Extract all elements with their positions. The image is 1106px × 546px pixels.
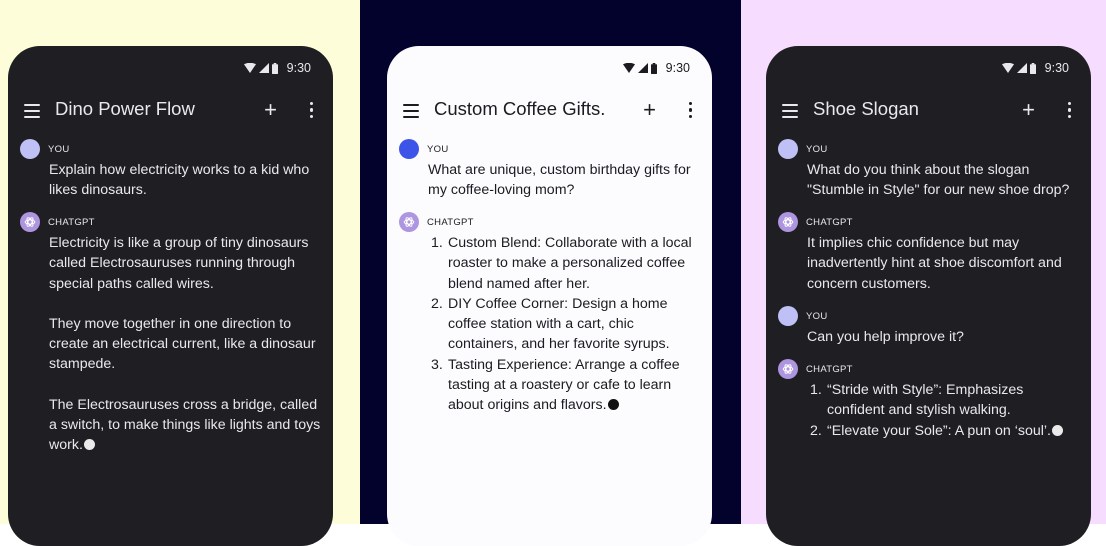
- list-item: 1. Custom Blend: Collaborate with a local…: [431, 235, 692, 292]
- typing-cursor-icon: [1051, 424, 1063, 436]
- wifi-icon: [244, 63, 256, 73]
- sender-label: YOU: [427, 143, 449, 155]
- battery-icon: [651, 63, 657, 74]
- menu-icon[interactable]: [24, 104, 40, 118]
- new-chat-plus-icon[interactable]: +: [643, 99, 656, 121]
- battery-icon: [272, 63, 278, 74]
- list-item: 2. “Elevate your Sole”: A pun on ‘soul’.: [807, 421, 1081, 441]
- openai-logo-icon: [780, 214, 796, 230]
- sender-label: CHATGPT: [48, 216, 95, 228]
- status-bar: 9:30: [1002, 61, 1069, 75]
- app-bar: Dino Power Flow +: [8, 92, 333, 132]
- signal-icon: [1017, 63, 1027, 73]
- user-message: YOU What are unique, custom birthday gif…: [399, 139, 702, 201]
- suggestion-list: 1. “Stride with Style”: Emphasizes confid…: [807, 380, 1081, 441]
- sender-label: CHATGPT: [806, 216, 853, 228]
- status-bar: 9:30: [623, 61, 690, 75]
- chat-title: Custom Coffee Gifts.: [434, 98, 606, 119]
- assistant-message: CHATGPT It implies chic confidence but m…: [778, 212, 1081, 294]
- sender-label: CHATGPT: [427, 216, 474, 228]
- sender-label: YOU: [806, 143, 828, 155]
- phone-coffee-chat: 9:30 Custom Coffee Gifts. + YOU What are…: [387, 46, 712, 546]
- status-time: 9:30: [286, 61, 311, 75]
- wifi-icon: [623, 63, 635, 73]
- chat-title: Shoe Slogan: [813, 98, 919, 119]
- user-avatar: [778, 139, 798, 159]
- more-options-icon[interactable]: [688, 102, 692, 119]
- message-text: What do you think about the slogan "Stum…: [807, 162, 1070, 199]
- message-paragraph: Electricity is like a group of tiny dino…: [49, 235, 309, 292]
- sender-label: YOU: [806, 310, 828, 322]
- message-paragraph: They move together in one direction to c…: [49, 315, 316, 373]
- phone-shoe-chat: 9:30 Shoe Slogan + YOU What do you think…: [766, 46, 1091, 546]
- more-options-icon[interactable]: [309, 102, 313, 119]
- chatgpt-avatar: [778, 359, 798, 379]
- list-item: 3. Tasting Experience: Arrange a coffee t…: [431, 356, 680, 414]
- sender-label: YOU: [48, 143, 70, 155]
- user-message: YOU Can you help improve it?: [778, 306, 1081, 347]
- message-text: Can you help improve it?: [807, 329, 964, 345]
- chatgpt-avatar: [778, 212, 798, 232]
- app-bar: Custom Coffee Gifts. +: [387, 92, 712, 132]
- message-text: Explain how electricity works to a kid w…: [49, 162, 310, 199]
- more-options-icon[interactable]: [1067, 102, 1071, 119]
- user-avatar: [778, 306, 798, 326]
- message-text: It implies chic confidence but may inadv…: [807, 235, 1062, 292]
- new-chat-plus-icon[interactable]: +: [264, 99, 277, 121]
- typing-cursor-icon: [83, 439, 95, 451]
- typing-cursor-icon: [607, 399, 619, 411]
- signal-icon: [259, 63, 269, 73]
- list-item: 1. “Stride with Style”: Emphasizes confid…: [810, 382, 1024, 419]
- suggestion-list: 1. Custom Blend: Collaborate with a local…: [428, 233, 702, 416]
- chat-title: Dino Power Flow: [55, 98, 195, 119]
- openai-logo-icon: [780, 361, 796, 377]
- signal-icon: [638, 63, 648, 73]
- menu-icon[interactable]: [403, 104, 419, 118]
- new-chat-plus-icon[interactable]: +: [1022, 99, 1035, 121]
- battery-icon: [1030, 63, 1036, 74]
- list-item: 2. DIY Coffee Corner: Design a home coffe…: [431, 295, 670, 353]
- status-bar: 9:30: [244, 61, 311, 75]
- chatgpt-avatar: [20, 212, 40, 232]
- assistant-message: CHATGPT 1. Custom Blend: Collaborate with…: [399, 212, 702, 416]
- assistant-message: CHATGPT 1. “Stride with Style”: Emphasize…: [778, 359, 1081, 441]
- user-message: YOU Explain how electricity works to a k…: [20, 139, 323, 201]
- chatgpt-avatar: [399, 212, 419, 232]
- user-message: YOU What do you think about the slogan "…: [778, 139, 1081, 201]
- sender-label: CHATGPT: [806, 363, 853, 375]
- status-time: 9:30: [1044, 61, 1069, 75]
- openai-logo-icon: [401, 214, 417, 230]
- user-avatar: [399, 139, 419, 159]
- phone-dino-chat: 9:30 Dino Power Flow + YOU Explain how e…: [8, 46, 333, 546]
- assistant-message: CHATGPT Electricity is like a group of t…: [20, 212, 323, 456]
- wifi-icon: [1002, 63, 1014, 73]
- user-avatar: [20, 139, 40, 159]
- openai-logo-icon: [22, 214, 38, 230]
- menu-icon[interactable]: [782, 104, 798, 118]
- status-time: 9:30: [665, 61, 690, 75]
- app-bar: Shoe Slogan +: [766, 92, 1091, 132]
- message-text: What are unique, custom birthday gifts f…: [428, 162, 691, 199]
